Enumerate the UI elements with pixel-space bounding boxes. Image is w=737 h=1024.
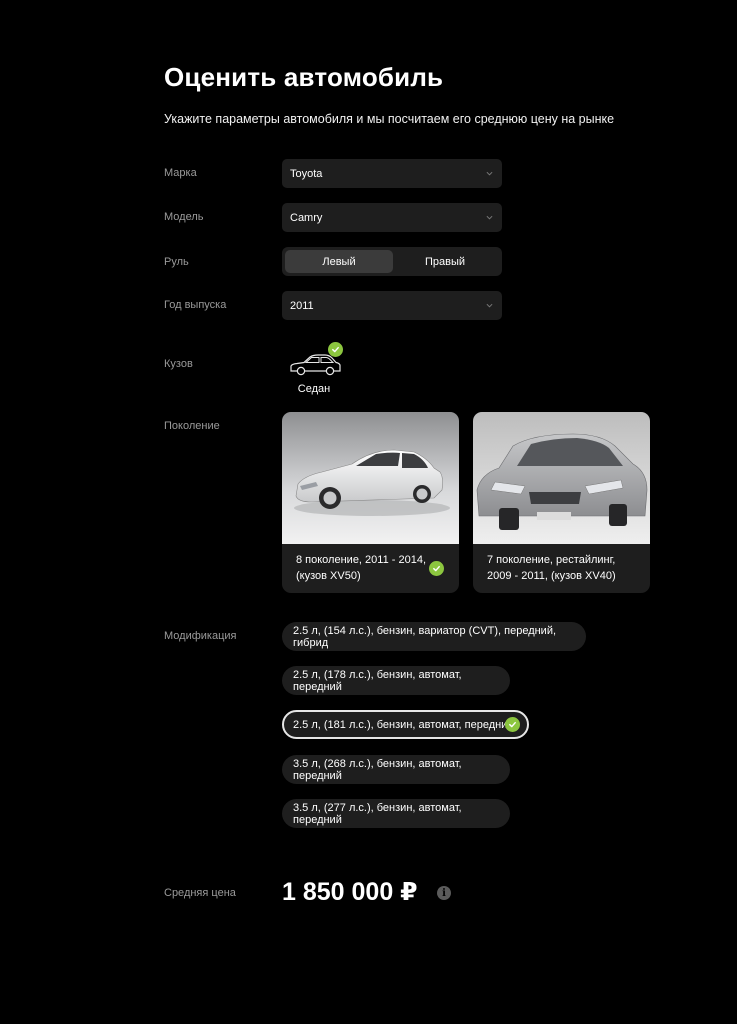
car-photo-xv40: [473, 412, 650, 544]
chevron-down-icon: [486, 171, 493, 176]
model-value: Camry: [290, 211, 323, 224]
checkmark-icon: [505, 717, 520, 732]
model-select[interactable]: Camry: [282, 203, 502, 232]
modification-option[interactable]: 3.5 л, (277 л.с.), бензин, автомат, пере…: [282, 799, 510, 828]
car-photo-xv50: [282, 412, 459, 544]
year-label: Год выпуска: [164, 299, 227, 311]
brand-value: Toyota: [290, 167, 323, 180]
body-option-label: Седан: [297, 383, 331, 395]
modification-option-selected[interactable]: 2.5 л, (181 л.с.), бензин, автомат, пере…: [282, 710, 529, 739]
steering-toggle: Левый Правый: [282, 247, 502, 276]
modification-text: 2.5 л, (178 л.с.), бензин, автомат, пере…: [293, 668, 462, 693]
generation-card-xv40[interactable]: 7 поколение, рестайлинг, 2009 - 2011, (к…: [473, 412, 650, 593]
steering-left-option[interactable]: Левый: [285, 250, 393, 273]
modification-text: 3.5 л, (268 л.с.), бензин, автомат, пере…: [293, 757, 462, 782]
generation-label: Поколение: [164, 420, 220, 432]
modification-text: 2.5 л, (154 л.с.), бензин, вариатор (CVT…: [293, 624, 557, 649]
steering-label: Руль: [164, 256, 189, 268]
year-select[interactable]: 2011: [282, 291, 502, 320]
generation-card-xv50[interactable]: 8 поколение, 2011 - 2014, (кузов XV50): [282, 412, 459, 593]
modification-label: Модификация: [164, 630, 237, 642]
chevron-down-icon: [486, 215, 493, 220]
modification-text: 3.5 л, (277 л.с.), бензин, автомат, пере…: [293, 801, 462, 826]
brand-select[interactable]: Toyota: [282, 159, 502, 188]
checkmark-icon: [328, 342, 343, 357]
generation-text: 7 поколение, рестайлинг, 2009 - 2011, (к…: [487, 554, 616, 582]
brand-label: Марка: [164, 167, 197, 179]
chevron-down-icon: [486, 303, 493, 308]
model-label: Модель: [164, 211, 204, 223]
modification-option[interactable]: 2.5 л, (154 л.с.), бензин, вариатор (CVT…: [282, 622, 586, 651]
modification-option[interactable]: 2.5 л, (178 л.с.), бензин, автомат, пере…: [282, 666, 510, 695]
checkmark-icon: [429, 561, 444, 576]
body-option-sedan[interactable]: Седан: [288, 342, 348, 400]
price-label: Средняя цена: [164, 887, 236, 899]
generation-text: 8 поколение, 2011 - 2014, (кузов XV50): [296, 554, 427, 582]
page-subtitle: Укажите параметры автомобиля и мы посчит…: [164, 112, 615, 126]
info-icon[interactable]: i: [437, 886, 451, 900]
steering-right-option[interactable]: Правый: [391, 250, 499, 273]
body-label: Кузов: [164, 358, 193, 370]
page-title: Оценить автомобиль: [164, 62, 444, 92]
modification-text: 2.5 л, (181 л.с.), бензин, автомат, пере…: [293, 718, 514, 731]
modification-option[interactable]: 3.5 л, (268 л.с.), бензин, автомат, пере…: [282, 755, 510, 784]
year-value: 2011: [290, 299, 314, 312]
price-value: 1 850 000 ₽: [282, 878, 418, 906]
